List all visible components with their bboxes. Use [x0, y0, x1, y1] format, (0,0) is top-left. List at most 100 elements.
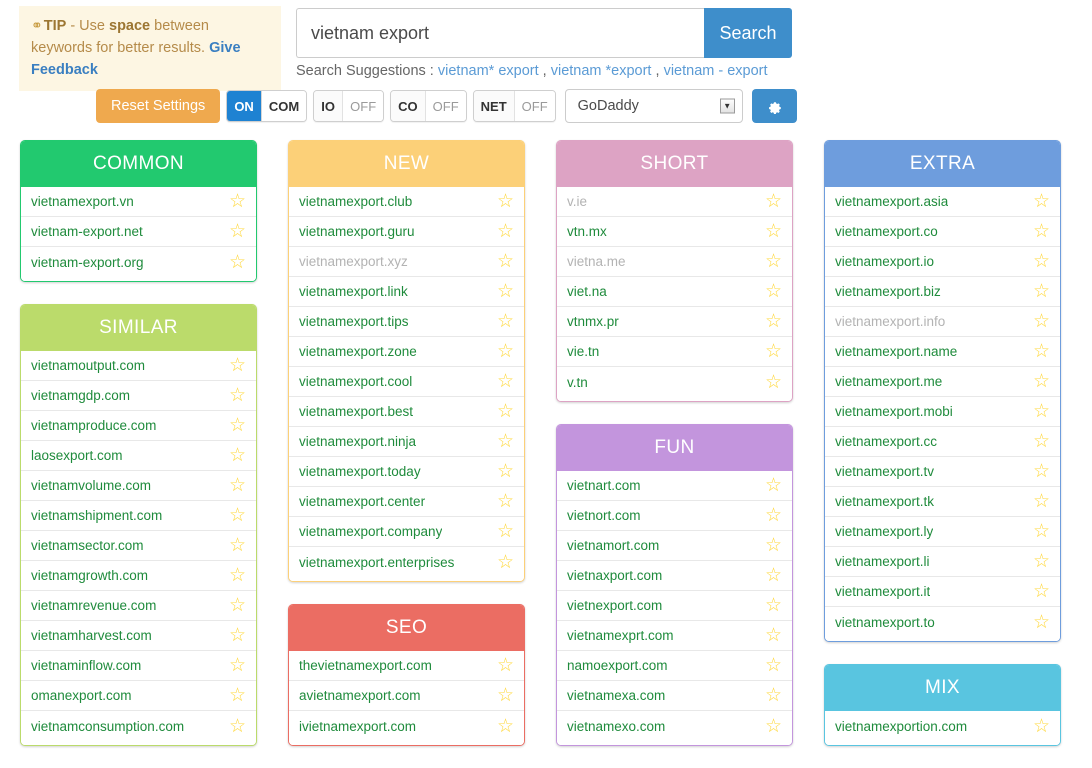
domain-row[interactable]: vietnamexportion.com ☆: [825, 711, 1060, 741]
chevron-down-icon[interactable]: ▼: [719, 98, 735, 114]
toggle-com[interactable]: ON COM: [226, 90, 308, 122]
domain-name[interactable]: v.tn: [567, 375, 588, 390]
domain-name[interactable]: vtnmx.pr: [567, 314, 619, 329]
favorite-star-icon[interactable]: ☆: [1033, 522, 1050, 541]
favorite-star-icon[interactable]: ☆: [1033, 342, 1050, 361]
toggle-co-state[interactable]: OFF: [425, 91, 466, 121]
favorite-star-icon[interactable]: ☆: [497, 432, 514, 451]
domain-row[interactable]: vietnam-export.net ☆: [21, 217, 256, 247]
favorite-star-icon[interactable]: ☆: [1033, 462, 1050, 481]
domain-row[interactable]: vietnamexport.cc ☆: [825, 427, 1060, 457]
favorite-star-icon[interactable]: ☆: [1033, 492, 1050, 511]
favorite-star-icon[interactable]: ☆: [1033, 312, 1050, 331]
domain-row[interactable]: vietnamexport.xyz ☆: [289, 247, 524, 277]
domain-row[interactable]: omanexport.com ☆: [21, 681, 256, 711]
domain-name[interactable]: vietnamexport.co: [835, 224, 938, 239]
domain-name[interactable]: vietnamexport.vn: [31, 194, 134, 209]
favorite-star-icon[interactable]: ☆: [229, 626, 246, 645]
favorite-star-icon[interactable]: ☆: [229, 386, 246, 405]
domain-row[interactable]: vietnaminflow.com ☆: [21, 651, 256, 681]
domain-row[interactable]: vietnamexport.name ☆: [825, 337, 1060, 367]
domain-row[interactable]: vietnamexport.it ☆: [825, 577, 1060, 607]
favorite-star-icon[interactable]: ☆: [497, 553, 514, 572]
domain-name[interactable]: vietnart.com: [567, 478, 641, 493]
favorite-star-icon[interactable]: ☆: [765, 373, 782, 392]
favorite-star-icon[interactable]: ☆: [765, 506, 782, 525]
domain-name[interactable]: vietnaminflow.com: [31, 658, 141, 673]
domain-row[interactable]: vietna.me ☆: [557, 247, 792, 277]
domain-row[interactable]: vietnamexport.ninja ☆: [289, 427, 524, 457]
toggle-io[interactable]: IO OFF: [313, 90, 385, 122]
domain-row[interactable]: avietnamexport.com ☆: [289, 681, 524, 711]
domain-row[interactable]: vietnamexprt.com ☆: [557, 621, 792, 651]
domain-name[interactable]: vietnamexport.xyz: [299, 254, 408, 269]
domain-name[interactable]: vietnamexport.guru: [299, 224, 415, 239]
domain-row[interactable]: vietnamharvest.com ☆: [21, 621, 256, 651]
domain-row[interactable]: vietnamexport.cool ☆: [289, 367, 524, 397]
domain-row[interactable]: vietnamgdp.com ☆: [21, 381, 256, 411]
favorite-star-icon[interactable]: ☆: [765, 717, 782, 736]
domain-row[interactable]: vietnamproduce.com ☆: [21, 411, 256, 441]
domain-row[interactable]: vietnamoutput.com ☆: [21, 351, 256, 381]
domain-row[interactable]: v.ie ☆: [557, 187, 792, 217]
favorite-star-icon[interactable]: ☆: [765, 536, 782, 555]
domain-row[interactable]: ivietnamexport.com ☆: [289, 711, 524, 741]
domain-name[interactable]: laosexport.com: [31, 448, 123, 463]
domain-row[interactable]: vietnamexport.biz ☆: [825, 277, 1060, 307]
domain-row[interactable]: vietnamexport.tv ☆: [825, 457, 1060, 487]
domain-row[interactable]: vietnart.com ☆: [557, 471, 792, 501]
domain-name[interactable]: vietnamrevenue.com: [31, 598, 156, 613]
domain-name[interactable]: vie.tn: [567, 344, 599, 359]
search-input[interactable]: [296, 8, 704, 58]
domain-row[interactable]: vietnamexport.mobi ☆: [825, 397, 1060, 427]
domain-name[interactable]: vietnamexport.zone: [299, 344, 417, 359]
domain-row[interactable]: vietnamexport.me ☆: [825, 367, 1060, 397]
domain-row[interactable]: vietnamrevenue.com ☆: [21, 591, 256, 621]
domain-row[interactable]: vtnmx.pr ☆: [557, 307, 792, 337]
domain-name[interactable]: vietnamconsumption.com: [31, 719, 184, 734]
domain-name[interactable]: omanexport.com: [31, 688, 132, 703]
domain-name[interactable]: vietnamexport.best: [299, 404, 413, 419]
domain-name[interactable]: vietnamexport.cc: [835, 434, 937, 449]
favorite-star-icon[interactable]: ☆: [229, 566, 246, 585]
favorite-star-icon[interactable]: ☆: [497, 282, 514, 301]
favorite-star-icon[interactable]: ☆: [1033, 252, 1050, 271]
domain-name[interactable]: vietnamexprt.com: [567, 628, 674, 643]
domain-name[interactable]: vietnaxport.com: [567, 568, 662, 583]
domain-name[interactable]: vietnexport.com: [567, 598, 662, 613]
favorite-star-icon[interactable]: ☆: [229, 717, 246, 736]
toggle-io-label[interactable]: IO: [314, 91, 344, 121]
domain-row[interactable]: vietnamexport.company ☆: [289, 517, 524, 547]
domain-name[interactable]: viet.na: [567, 284, 607, 299]
favorite-star-icon[interactable]: ☆: [229, 506, 246, 525]
domain-name[interactable]: vietnamexport.ly: [835, 524, 933, 539]
favorite-star-icon[interactable]: ☆: [765, 656, 782, 675]
domain-name[interactable]: vietnort.com: [567, 508, 641, 523]
favorite-star-icon[interactable]: ☆: [229, 192, 246, 211]
favorite-star-icon[interactable]: ☆: [497, 522, 514, 541]
domain-row[interactable]: vietnam-export.org ☆: [21, 247, 256, 277]
favorite-star-icon[interactable]: ☆: [497, 192, 514, 211]
favorite-star-icon[interactable]: ☆: [1033, 282, 1050, 301]
domain-name[interactable]: vietnamexport.enterprises: [299, 555, 454, 570]
domain-row[interactable]: vietnamvolume.com ☆: [21, 471, 256, 501]
domain-name[interactable]: namoexport.com: [567, 658, 668, 673]
domain-name[interactable]: vtn.mx: [567, 224, 607, 239]
favorite-star-icon[interactable]: ☆: [1033, 222, 1050, 241]
favorite-star-icon[interactable]: ☆: [229, 536, 246, 555]
suggestion-link-1[interactable]: vietnam* export: [438, 63, 539, 79]
domain-name[interactable]: vietnamexportion.com: [835, 719, 967, 734]
favorite-star-icon[interactable]: ☆: [497, 372, 514, 391]
domain-name[interactable]: vietnamexport.link: [299, 284, 408, 299]
domain-row[interactable]: vietnamexa.com ☆: [557, 681, 792, 711]
domain-row[interactable]: vietnamexport.club ☆: [289, 187, 524, 217]
domain-name[interactable]: v.ie: [567, 194, 587, 209]
toggle-co[interactable]: CO OFF: [390, 90, 467, 122]
domain-name[interactable]: vietnamshipment.com: [31, 508, 162, 523]
reset-settings-button[interactable]: Reset Settings: [96, 89, 221, 123]
domain-row[interactable]: vietnort.com ☆: [557, 501, 792, 531]
domain-row[interactable]: vietnamexport.center ☆: [289, 487, 524, 517]
domain-row[interactable]: vietnexport.com ☆: [557, 591, 792, 621]
domain-row[interactable]: vietnamgrowth.com ☆: [21, 561, 256, 591]
domain-row[interactable]: vietnamexport.co ☆: [825, 217, 1060, 247]
